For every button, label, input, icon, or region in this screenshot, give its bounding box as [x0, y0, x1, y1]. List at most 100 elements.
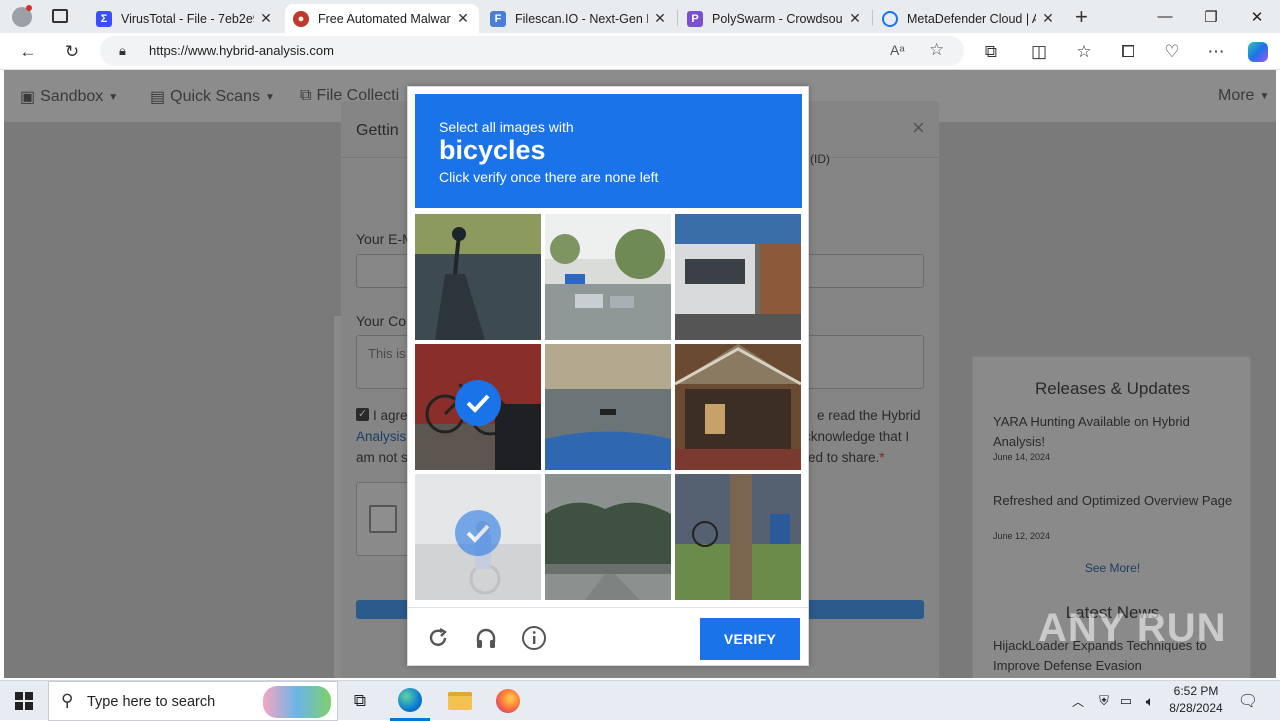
minimize-icon[interactable]: — — [1142, 0, 1188, 33]
restore-icon[interactable]: ❐ — [1188, 0, 1234, 33]
agree-text-line: ed to share.* — [808, 450, 885, 465]
close-tab-icon[interactable]: ✕ — [1040, 10, 1056, 27]
nav-label: More — [1218, 87, 1255, 104]
nav-label: Sandbox — [40, 88, 104, 105]
close-window-icon[interactable]: ✕ — [1234, 0, 1280, 33]
caret-down-icon: ▼ — [1259, 90, 1270, 102]
captcha-tile[interactable] — [545, 214, 671, 340]
browser-essentials-icon[interactable]: ♡ — [1158, 38, 1186, 66]
release-item-title[interactable]: Refreshed and Optimized Overview Page — [993, 491, 1233, 511]
network-vpn-icon[interactable]: ⛨ — [1094, 681, 1114, 721]
taskbar-file-explorer-icon[interactable] — [440, 681, 480, 721]
agree-link[interactable]: Analysis — [356, 429, 406, 444]
close-tab-icon[interactable]: ✕ — [847, 10, 863, 27]
url-text[interactable]: https://www.hybrid-analysis.com — [149, 43, 334, 58]
taskbar-firefox-icon[interactable] — [488, 681, 528, 721]
more-menu-icon[interactable]: ⋯ — [1202, 38, 1230, 66]
verify-button[interactable]: VERIFY — [700, 618, 800, 660]
hybrid-analysis-icon: ● — [293, 10, 309, 27]
search-icon: ⚲ — [61, 691, 74, 710]
captcha-target: bicycles — [439, 135, 546, 165]
profile-avatar-icon[interactable] — [12, 5, 32, 27]
new-tab-icon[interactable]: + — [1075, 4, 1088, 30]
modal-close-icon[interactable]: × — [912, 115, 925, 141]
show-hidden-icons-icon[interactable]: ︿ — [1068, 681, 1088, 721]
windows-taskbar: ⚲ Type here to search ⧉ ︿ ⛨ ▭ 🔈︎ 6:52 PM… — [0, 680, 1280, 721]
email-label: Your E-M — [356, 231, 414, 247]
captcha-tile[interactable] — [675, 214, 801, 340]
close-tab-icon[interactable]: ✕ — [652, 10, 668, 27]
notifications-icon[interactable]: 🗨︎ — [1236, 681, 1260, 721]
info-icon[interactable] — [520, 624, 548, 652]
volume-icon[interactable]: 🔈︎ — [1140, 681, 1160, 721]
tile-image — [545, 344, 671, 470]
captcha-tile[interactable] — [675, 344, 801, 470]
comment-placeholder: This is — [368, 346, 406, 361]
favorite-star-icon[interactable]: ☆ — [929, 40, 944, 60]
windows-start-icon[interactable] — [4, 681, 44, 721]
tab-virustotal[interactable]: Σ VirusTotal - File - 7eb2e9 ✕ — [88, 4, 282, 33]
copy-icon: ⧉ — [300, 87, 312, 104]
tab-polyswarm[interactable]: P PolySwarm - Crowdsour ✕ — [679, 4, 871, 33]
agree-text-line: e read the Hybrid — [817, 408, 921, 423]
polyswarm-icon: P — [687, 10, 703, 27]
tab-hybrid-analysis[interactable]: ● Free Automated Malware ✕ — [285, 4, 479, 33]
close-tab-icon[interactable]: ✕ — [455, 10, 471, 27]
captcha-footer: VERIFY — [408, 607, 808, 666]
extensions-icon[interactable]: ⧉ — [977, 38, 1005, 66]
clock-date: 8/28/2024 — [1169, 701, 1223, 715]
split-screen-icon[interactable]: ◫ — [1025, 38, 1053, 66]
captcha-prompt: Select all images with — [439, 119, 574, 135]
modal-title: Gettin — [356, 122, 399, 139]
tile-image — [545, 474, 671, 600]
taskbar-clock[interactable]: 6:52 PM 8/28/2024 — [1164, 683, 1228, 717]
release-item-date: June 12, 2024 — [993, 531, 1051, 541]
tab-filescan[interactable]: F Filescan.IO - Next-Gen M ✕ — [482, 4, 676, 33]
tab-actions-icon[interactable] — [52, 9, 68, 23]
selected-check-icon — [455, 510, 501, 556]
captcha-tile[interactable] — [675, 474, 801, 600]
tile-image — [675, 214, 801, 340]
lock-icon[interactable]: 🔒︎ — [119, 43, 126, 59]
captcha-tile[interactable] — [415, 214, 541, 340]
close-tab-icon[interactable]: ✕ — [258, 10, 274, 27]
selected-check-icon — [455, 380, 501, 426]
captcha-tile[interactable] — [415, 344, 541, 470]
task-view-icon[interactable]: ⧉ — [342, 681, 378, 721]
copilot-icon[interactable] — [1244, 38, 1272, 66]
captcha-tile[interactable] — [545, 474, 671, 600]
nav-more[interactable]: More ▼ — [1218, 87, 1269, 105]
browser-tab-strip: Σ VirusTotal - File - 7eb2e9 ✕ ● Free Au… — [0, 0, 1280, 33]
address-bar[interactable]: 🔒︎ https://www.hybrid-analysis.com Aᵃ ☆ — [100, 36, 964, 66]
nav-sandbox[interactable]: ▣ Sandbox ▼ — [20, 87, 118, 107]
audio-challenge-icon[interactable] — [472, 624, 500, 652]
nav-quick-scans[interactable]: ▤ Quick Scans ▼ — [150, 87, 275, 107]
release-item-date: June 14, 2024 — [993, 452, 1051, 462]
back-icon[interactable]: ← — [14, 38, 42, 66]
captcha-challenge: Select all images with bicycles Click ve… — [407, 86, 809, 666]
favorites-icon[interactable]: ☆ — [1070, 38, 1098, 66]
agree-checkbox[interactable]: ✓ — [356, 408, 369, 421]
caret-down-icon: ▼ — [108, 91, 119, 103]
refresh-challenge-icon[interactable] — [424, 624, 452, 652]
captcha-instruction: Click verify once there are none left — [439, 169, 659, 185]
network-icon[interactable]: ▭ — [1116, 681, 1136, 721]
collections-icon[interactable]: ⧠ — [1114, 38, 1142, 66]
caret-down-icon: ▼ — [264, 91, 275, 103]
agree-text-right: e read the Hybrid — [817, 408, 921, 423]
refresh-icon[interactable]: ↻ — [58, 38, 86, 66]
search-highlight-icon — [263, 686, 331, 718]
captcha-tile[interactable] — [545, 344, 671, 470]
recaptcha-checkbox[interactable] — [369, 505, 397, 533]
see-more-link[interactable]: See More! — [973, 561, 1252, 575]
taskbar-search-box[interactable]: ⚲ Type here to search — [48, 681, 338, 721]
release-item-title[interactable]: YARA Hunting Available on Hybrid Analysi… — [993, 412, 1233, 452]
captcha-tile[interactable] — [415, 474, 541, 600]
tab-metadefender[interactable]: MetaDefender Cloud | A ✕ — [874, 4, 1064, 33]
taskbar-edge-icon[interactable] — [390, 681, 430, 721]
read-aloud-icon[interactable]: Aᵃ — [890, 42, 905, 58]
comment-label: Your Co — [356, 313, 407, 329]
tab-title: MetaDefender Cloud | A — [907, 11, 1036, 26]
agree-text-line: cknowledge that I — [804, 429, 910, 444]
tab-title: PolySwarm - Crowdsour — [712, 11, 843, 26]
